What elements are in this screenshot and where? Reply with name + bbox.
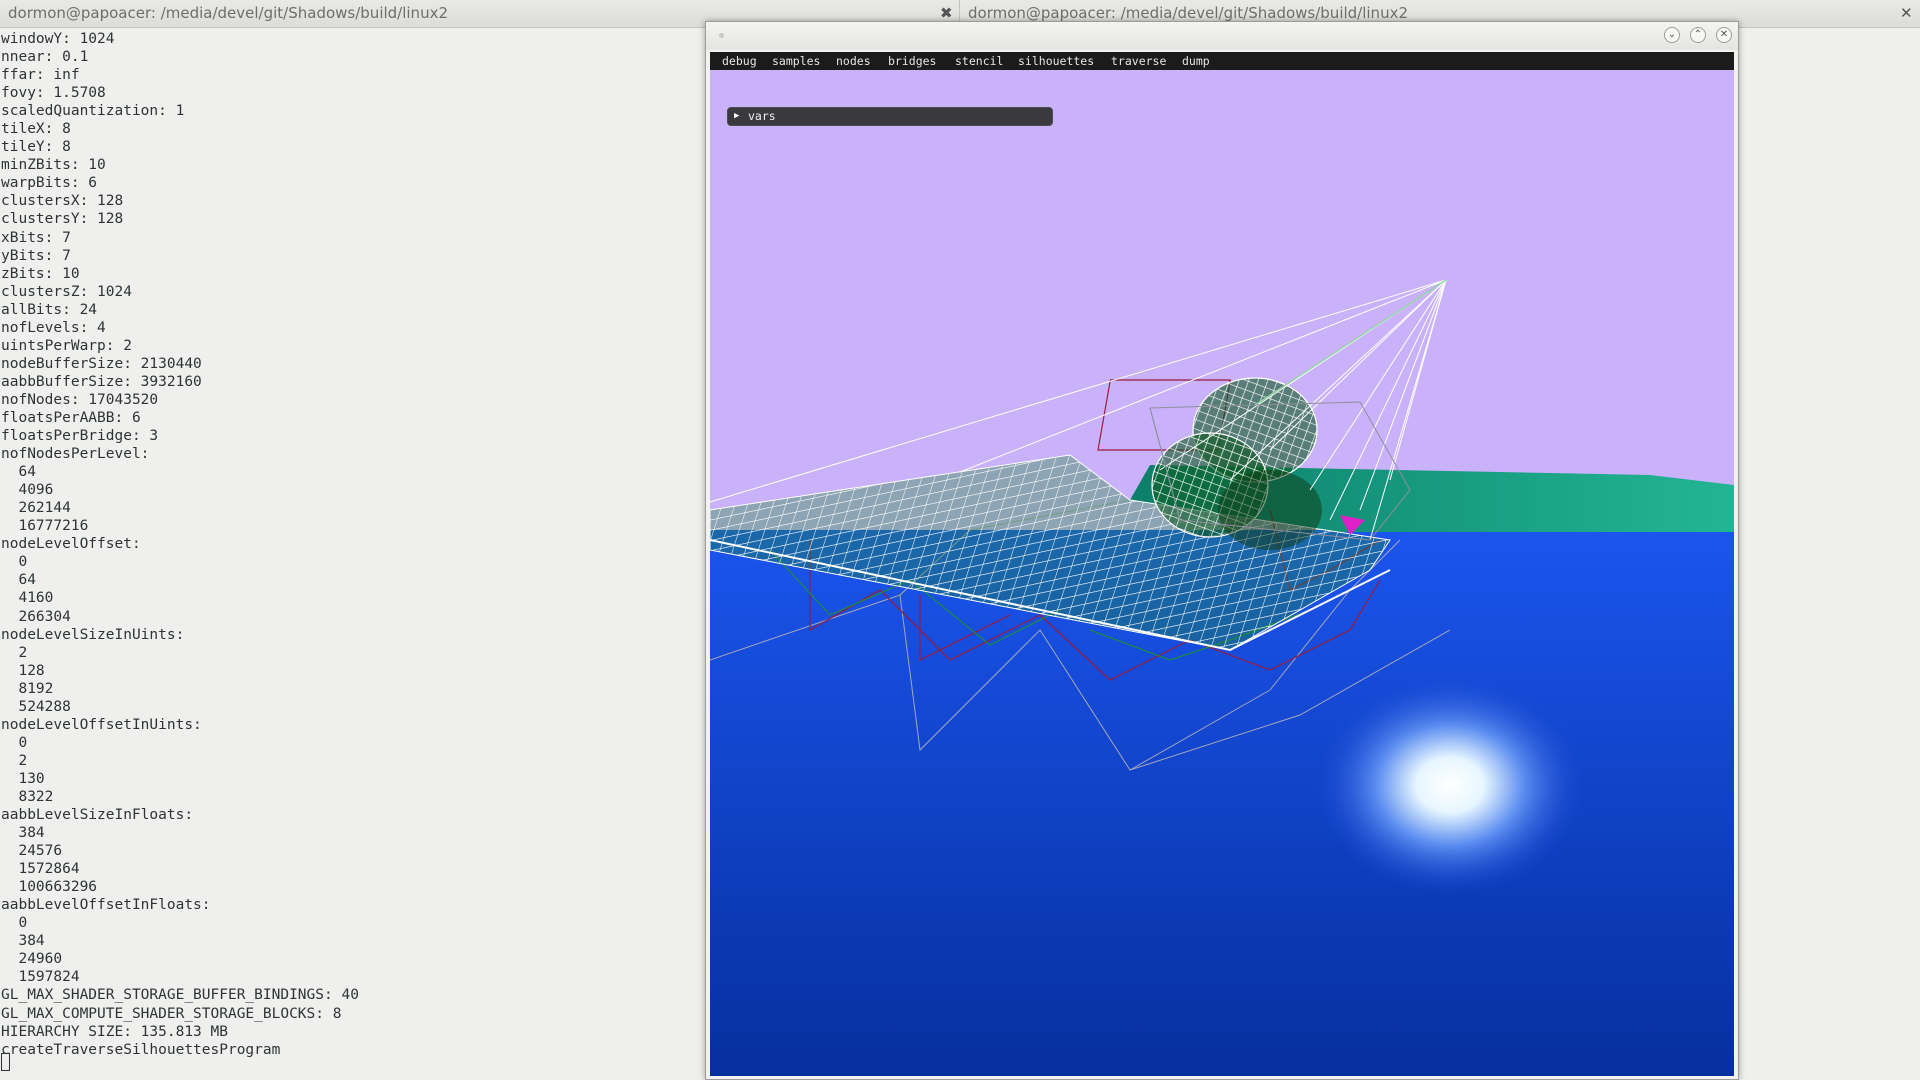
terminal-line: createTraverseSilhouettesProgram [1, 1041, 281, 1058]
menu-silhouettes[interactable]: silhouettes [1018, 52, 1094, 70]
terminal-line: 24576 [1, 843, 63, 860]
terminal-line: warpBits: 6 [1, 175, 98, 192]
terminal-line: floatsPerAABB: 6 [1, 409, 141, 426]
vars-panel-label: vars [748, 109, 776, 123]
terminal-line: 130 [1, 770, 45, 787]
terminal-line: windowY: 1024 [1, 31, 115, 47]
minimize-icon[interactable]: ⌄ [1664, 27, 1680, 43]
terminal-line: aabbLevelOffsetInFloats: [1, 897, 211, 914]
terminal-line: 2 [1, 752, 28, 769]
terminal-cursor [1, 1053, 10, 1071]
terminal-line: HIERARCHY SIZE: 135.813 MB [1, 1023, 228, 1040]
scene-render [710, 279, 1734, 1076]
terminal-line: minZBits: 10 [1, 157, 106, 174]
terminal-line: yBits: 7 [1, 247, 71, 264]
terminal-line: 64 [1, 464, 36, 481]
terminal-line: ffar: inf [1, 67, 80, 84]
window-menu-dot-icon[interactable] [719, 33, 724, 38]
terminal-line: uintsPerWarp: 2 [1, 337, 132, 354]
terminal-line: 128 [1, 662, 45, 679]
terminal-line: 384 [1, 933, 45, 950]
light-spot [1315, 675, 1585, 895]
terminal-line: tileY: 8 [1, 139, 71, 156]
terminal-line: 4096 [1, 482, 54, 499]
terminal-line: 100663296 [1, 879, 98, 896]
terminal-line: nnear: 0.1 [1, 49, 89, 66]
terminal-line: 262144 [1, 500, 71, 517]
terminal-line: nodeBufferSize: 2130440 [1, 355, 202, 372]
terminal-line: floatsPerBridge: 3 [1, 428, 159, 445]
terminal-line: tileX: 8 [1, 121, 71, 138]
terminal-line: 266304 [1, 608, 71, 625]
menu-traverse[interactable]: traverse [1111, 52, 1166, 70]
terminal-line: 384 [1, 825, 45, 842]
terminal-line: 0 [1, 915, 28, 932]
gl-app-window: ⌄ ⌃ ✕ debug samples nodes bridges stenci… [705, 21, 1739, 1080]
terminal-line: aabbBufferSize: 3932160 [1, 373, 202, 390]
terminal-line: scaledQuantization: 1 [1, 103, 185, 120]
terminal-line: 0 [1, 554, 28, 571]
terminal-output[interactable]: windowY: 1024 nnear: 0.1 ffar: inf fovy: 1.… [1, 30, 701, 1059]
close-icon[interactable]: ✕ [1716, 27, 1732, 43]
terminal-line: GL_MAX_SHADER_STORAGE_BUFFER_BINDINGS: 4… [1, 987, 359, 1004]
terminal-tab-1-title: dormon@papoacer: /media/devel/git/Shadow… [8, 4, 448, 22]
expand-arrow-icon: ▶ [734, 111, 740, 121]
menu-debug[interactable]: debug [722, 52, 757, 70]
terminal-line: nofNodesPerLevel: [1, 446, 150, 463]
terminal-line: 16777216 [1, 518, 89, 535]
terminal-tab-2-title: dormon@papoacer: /media/devel/git/Shadow… [968, 4, 1408, 22]
menu-nodes[interactable]: nodes [836, 52, 871, 70]
terminal-line: nodeLevelOffset: [1, 536, 141, 553]
tab-2-close-icon[interactable]: ✕ [1900, 0, 1913, 27]
terminal-line: nofLevels: 4 [1, 319, 106, 336]
terminal-line: 8192 [1, 680, 54, 697]
terminal-line: zBits: 10 [1, 265, 80, 282]
terminal-line: clustersZ: 1024 [1, 283, 132, 300]
menu-stencil[interactable]: stencil [955, 52, 1003, 70]
terminal-line: aabbLevelSizeInFloats: [1, 807, 194, 824]
terminal-line: 8322 [1, 788, 54, 805]
terminal-line: 524288 [1, 698, 71, 715]
terminal-line: clustersY: 128 [1, 211, 124, 228]
terminal-line: fovy: 1.5708 [1, 85, 106, 102]
terminal-line: allBits: 24 [1, 301, 98, 318]
menu-samples[interactable]: samples [772, 52, 820, 70]
terminal-line: 0 [1, 734, 28, 751]
app-titlebar[interactable]: ⌄ ⌃ ✕ [706, 22, 1738, 50]
terminal-line: 4160 [1, 590, 54, 607]
menu-bridges[interactable]: bridges [888, 52, 936, 70]
terminal-line: xBits: 7 [1, 229, 71, 246]
terminal-line: 1597824 [1, 969, 80, 986]
debug-menu-bar: debug samples nodes bridges stencil silh… [710, 52, 1734, 70]
terminal-line: nodeLevelOffsetInUints: [1, 716, 202, 733]
terminal-line: 64 [1, 572, 36, 589]
maximize-icon[interactable]: ⌃ [1690, 27, 1706, 43]
menu-dump[interactable]: dump [1182, 52, 1210, 70]
terminal-line: GL_MAX_COMPUTE_SHADER_STORAGE_BLOCKS: 8 [1, 1005, 342, 1022]
terminal-line: nofNodes: 17043520 [1, 391, 159, 408]
gl-viewport[interactable]: ▶ vars [710, 70, 1734, 1076]
terminal-line: nodeLevelSizeInUints: [1, 626, 185, 643]
terminal-line: 2 [1, 644, 28, 661]
vars-panel[interactable]: ▶ vars [727, 107, 1053, 126]
terminal-line: 24960 [1, 951, 63, 968]
terminal-line: clustersX: 128 [1, 193, 124, 210]
terminal-line: 1572864 [1, 861, 80, 878]
